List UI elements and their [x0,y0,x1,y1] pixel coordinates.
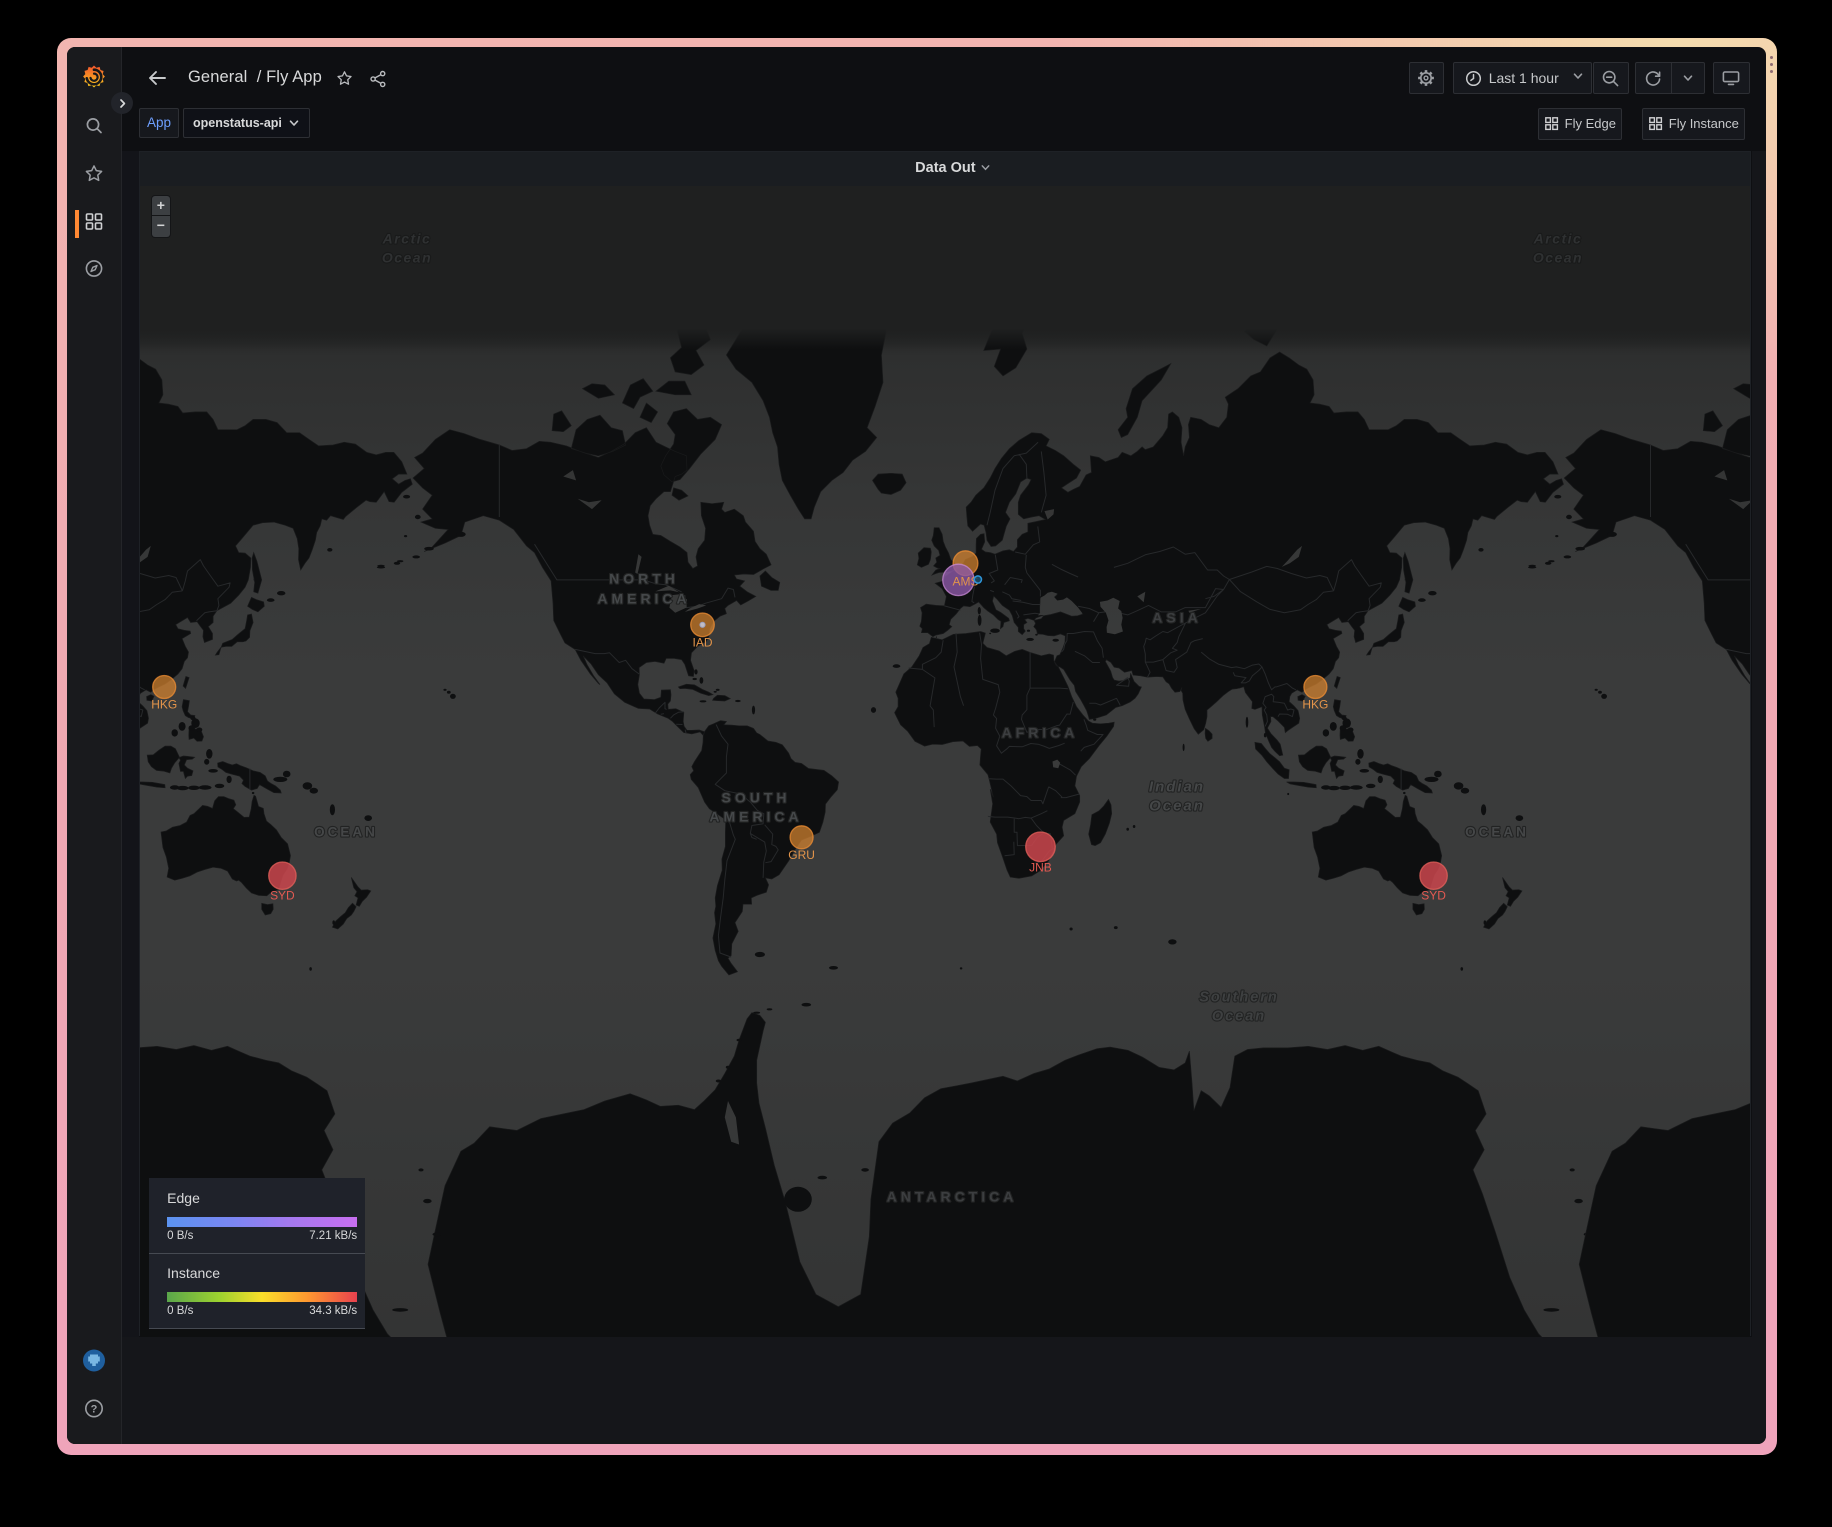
svg-text:ANTARCTICA: ANTARCTICA [887,1189,1018,1205]
svg-text:OCEAN: OCEAN [1465,825,1529,840]
svg-text:Arctic: Arctic [382,231,432,247]
svg-text:Indian: Indian [1149,779,1205,796]
svg-text:IAD: IAD [692,636,712,650]
svg-text:Ocean: Ocean [1212,1009,1266,1025]
svg-text:ASIA: ASIA [1152,610,1201,626]
svg-text:JNB: JNB [1029,861,1052,875]
svg-text:Ocean: Ocean [1533,250,1583,266]
svg-text:AFRICA: AFRICA [1002,725,1079,741]
svg-text:?: ? [91,1404,98,1416]
svg-text:SYD: SYD [270,888,295,902]
svg-text:Ocean: Ocean [1149,798,1205,815]
svg-text:Ocean: Ocean [382,250,432,266]
svg-text:AMERICA: AMERICA [709,809,802,825]
svg-text:Southern: Southern [1199,990,1279,1006]
svg-text:OCEAN: OCEAN [314,825,378,840]
svg-text:HKG: HKG [151,698,177,712]
svg-text:Arctic: Arctic [1533,231,1583,247]
svg-text:NORTH: NORTH [609,571,679,587]
svg-text:SYD: SYD [1421,888,1446,902]
svg-text:AMERICA: AMERICA [597,591,690,607]
svg-text:HKG: HKG [1302,698,1328,712]
svg-text:SOUTH: SOUTH [722,790,791,806]
svg-text:GRU: GRU [788,848,815,862]
